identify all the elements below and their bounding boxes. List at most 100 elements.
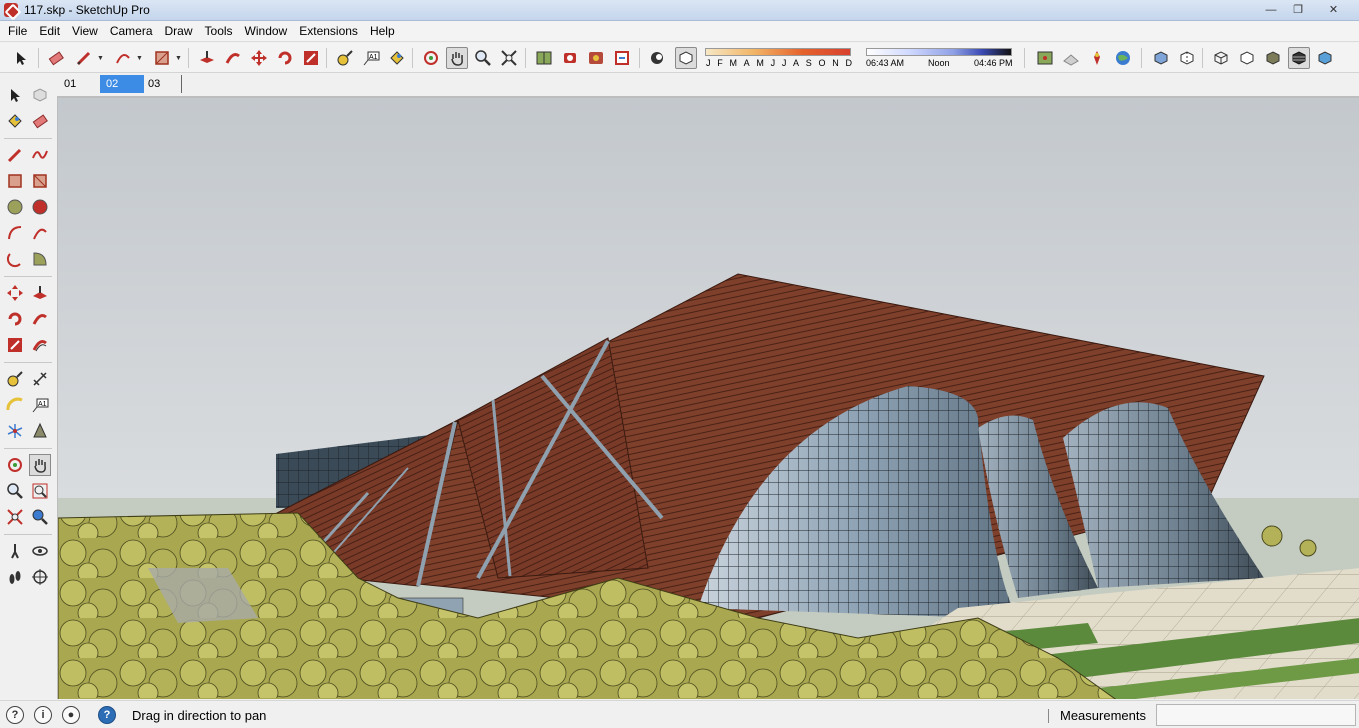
add-location-icon[interactable]	[1034, 47, 1056, 69]
menu-edit[interactable]: Edit	[33, 21, 66, 41]
dimension-icon[interactable]	[29, 368, 51, 390]
position-camera-icon[interactable]	[29, 506, 51, 528]
help-icon[interactable]: ?	[98, 706, 116, 724]
move-icon[interactable]	[4, 282, 26, 304]
menu-help[interactable]: Help	[364, 21, 401, 41]
chevron-down-icon[interactable]: ▼	[136, 55, 143, 62]
paint-bucket-tool-icon[interactable]	[386, 47, 408, 69]
orbit-icon[interactable]	[4, 454, 26, 476]
shaded-style-icon[interactable]	[1262, 47, 1284, 69]
scene-tab-03[interactable]: 03	[142, 75, 186, 93]
geo-location-icon[interactable]: ?	[6, 706, 24, 724]
axes-icon[interactable]	[4, 420, 26, 442]
3d-text-icon[interactable]	[29, 420, 51, 442]
scale-icon[interactable]	[4, 334, 26, 356]
menu-window[interactable]: Window	[239, 21, 294, 41]
follow-me-tool-icon[interactable]	[222, 47, 244, 69]
rotated-rectangle-icon[interactable]	[29, 170, 51, 192]
minimize-button[interactable]: —	[1258, 1, 1284, 18]
arc-tool-icon[interactable]	[112, 47, 134, 69]
monochrome-style-icon[interactable]	[1314, 47, 1336, 69]
arc-icon[interactable]	[4, 222, 26, 244]
shadow-time-slider[interactable]	[866, 48, 1012, 56]
rotate-tool-icon[interactable]	[274, 47, 296, 69]
hidden-line-style-icon[interactable]	[1236, 47, 1258, 69]
model-viewport[interactable]	[57, 96, 1359, 699]
section-plane-icon[interactable]	[29, 566, 51, 588]
extension-warehouse-icon[interactable]	[585, 47, 607, 69]
circle-icon[interactable]	[4, 196, 26, 218]
eraser-icon[interactable]	[29, 110, 51, 132]
components-icon[interactable]	[559, 47, 581, 69]
offset-icon[interactable]	[29, 334, 51, 356]
two-point-arc-icon[interactable]	[29, 222, 51, 244]
menu-tools[interactable]: Tools	[199, 21, 239, 41]
text-icon[interactable]: A1	[29, 394, 51, 416]
credits-icon[interactable]: i	[34, 706, 52, 724]
orbit-tool-icon[interactable]	[420, 47, 442, 69]
architecture-model-render[interactable]	[58, 98, 1359, 699]
xray-style-icon[interactable]	[1150, 47, 1172, 69]
user-account-icon[interactable]: ●	[62, 706, 80, 724]
zoom-extents-icon[interactable]	[4, 506, 26, 528]
text-tool-icon[interactable]: A1	[360, 47, 382, 69]
walk-icon[interactable]	[4, 566, 26, 588]
zoom-tool-icon[interactable]	[472, 47, 494, 69]
select-icon[interactable]	[4, 84, 26, 106]
menu-camera[interactable]: Camera	[104, 21, 159, 41]
3d-warehouse-icon[interactable]	[533, 47, 555, 69]
scene-tab-01[interactable]: 01	[58, 75, 102, 93]
month-label: J	[781, 58, 787, 68]
menu-extensions[interactable]: Extensions	[293, 21, 364, 41]
zoom-extents-tool-icon[interactable]	[498, 47, 520, 69]
push-pull-tool-icon[interactable]	[196, 47, 218, 69]
menu-file[interactable]: File	[2, 21, 33, 41]
pie-icon[interactable]	[29, 248, 51, 270]
tape-measure-icon[interactable]	[4, 368, 26, 390]
tape-measure-tool-icon[interactable]	[334, 47, 356, 69]
three-point-arc-icon[interactable]	[4, 248, 26, 270]
fog-toggle-icon[interactable]	[675, 47, 697, 69]
make-component-icon[interactable]	[29, 84, 51, 106]
polygon-icon[interactable]	[29, 196, 51, 218]
measurements-input[interactable]	[1156, 704, 1356, 726]
rotate-icon[interactable]	[4, 308, 26, 330]
shadows-toggle-icon[interactable]	[647, 47, 669, 69]
close-button[interactable]: ✕	[1312, 1, 1355, 18]
select-tool-icon[interactable]	[10, 47, 32, 69]
menu-view[interactable]: View	[66, 21, 104, 41]
chevron-down-icon[interactable]: ▼	[175, 55, 182, 62]
month-label: O	[818, 58, 826, 68]
move-tool-icon[interactable]	[248, 47, 270, 69]
freehand-icon[interactable]	[29, 144, 51, 166]
pan-icon[interactable]	[29, 454, 51, 476]
zoom-window-icon[interactable]	[29, 480, 51, 502]
paint-bucket-icon[interactable]	[4, 110, 26, 132]
wireframe-style-icon[interactable]	[1210, 47, 1232, 69]
preview-google-earth-icon[interactable]	[1112, 47, 1134, 69]
pan-tool-icon[interactable]	[446, 47, 468, 69]
photo-textures-icon[interactable]	[1086, 47, 1108, 69]
back-edges-style-icon[interactable]	[1176, 47, 1198, 69]
line-icon[interactable]	[4, 144, 26, 166]
send-to-layout-icon[interactable]	[611, 47, 633, 69]
follow-me-icon[interactable]	[29, 308, 51, 330]
push-pull-icon[interactable]	[29, 282, 51, 304]
scale-tool-icon[interactable]	[300, 47, 322, 69]
rectangle-tool-icon[interactable]	[151, 47, 173, 69]
zoom-icon[interactable]	[4, 480, 26, 502]
month-label: F	[717, 58, 723, 68]
protractor-icon[interactable]	[4, 394, 26, 416]
look-around-icon[interactable]	[29, 540, 51, 562]
pencil-tool-icon[interactable]	[73, 47, 95, 69]
toggle-terrain-icon[interactable]	[1060, 47, 1082, 69]
shaded-textures-style-icon[interactable]	[1288, 47, 1310, 69]
rectangle-icon[interactable]	[4, 170, 26, 192]
walk-camera-icon[interactable]	[4, 540, 26, 562]
shadow-date-slider[interactable]	[705, 48, 851, 56]
restore-button[interactable]: ❐	[1285, 1, 1311, 18]
menu-draw[interactable]: Draw	[159, 21, 199, 41]
eraser-tool-icon[interactable]	[45, 47, 67, 69]
scene-tab-02[interactable]: 02	[100, 75, 144, 93]
chevron-down-icon[interactable]: ▼	[97, 55, 104, 62]
